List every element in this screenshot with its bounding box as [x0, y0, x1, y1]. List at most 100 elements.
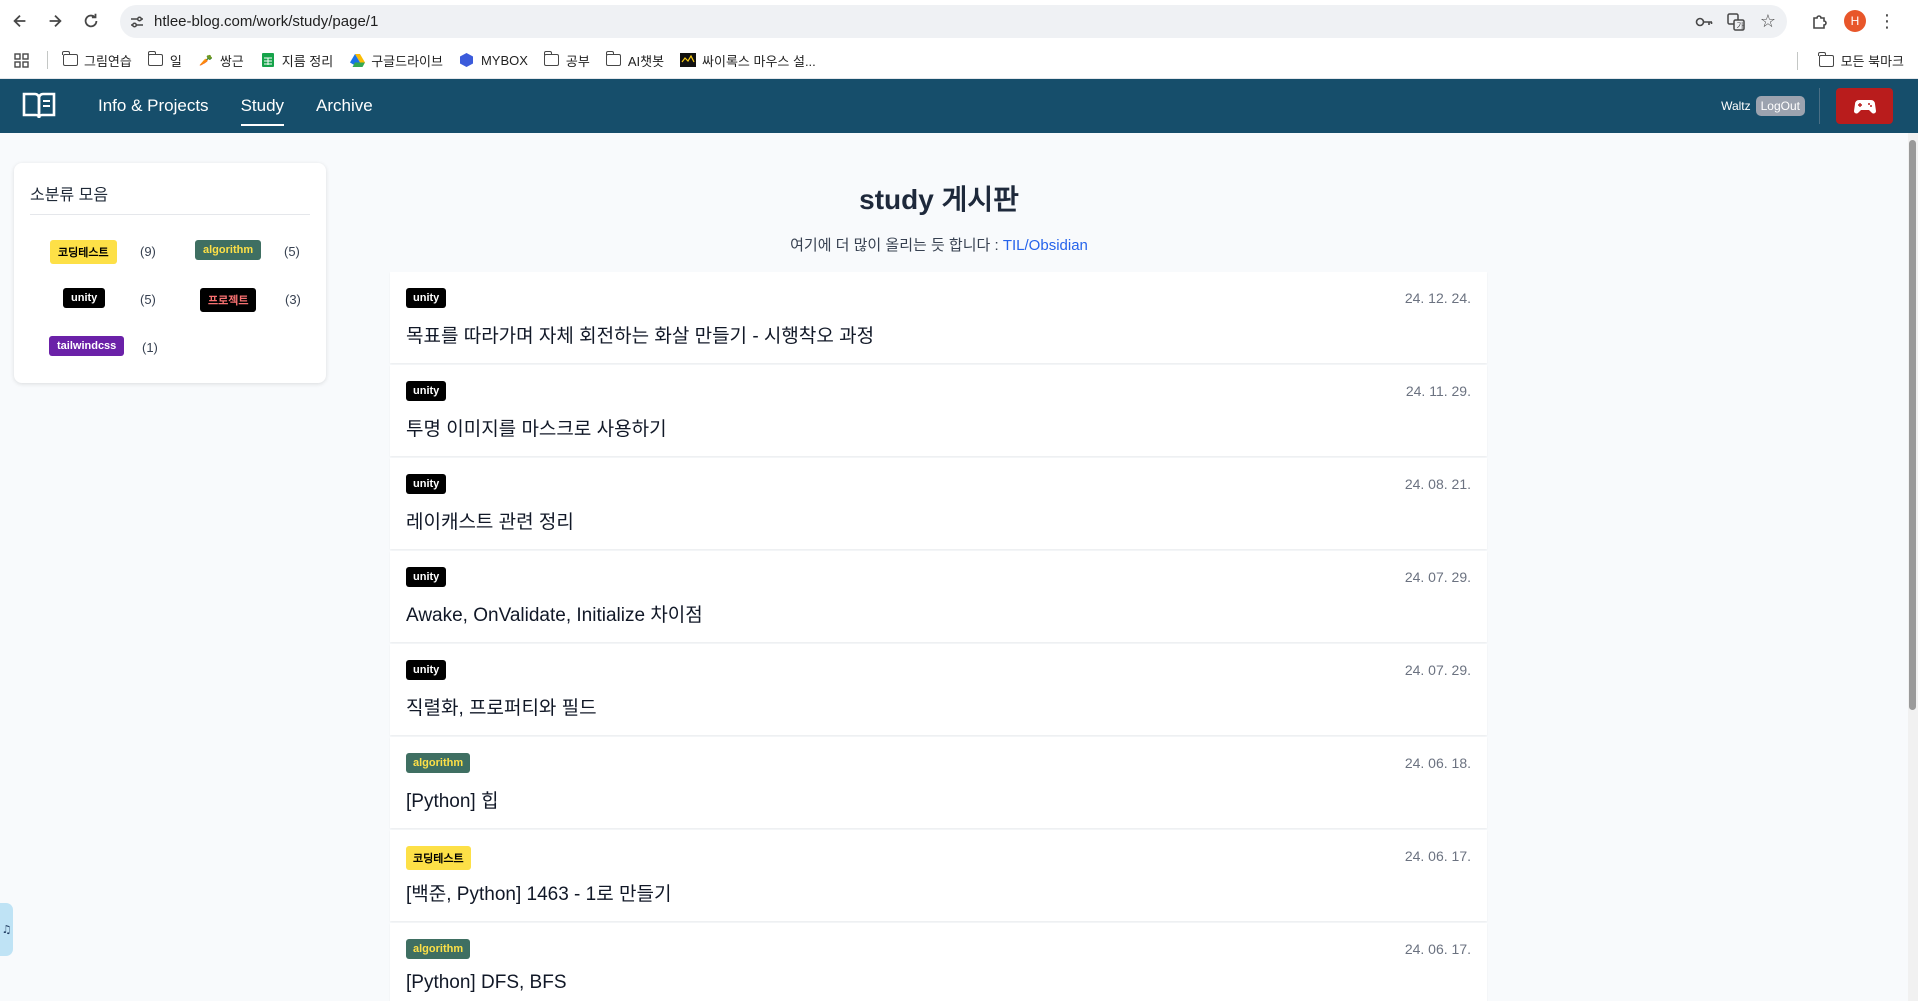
address-bar[interactable]: htlee-blog.com/work/study/page/1 가 ☆ — [120, 5, 1787, 38]
page-subtitle: 여기에 더 많이 올리는 듯 합니다 : TIL/Obsidian — [320, 234, 1558, 255]
category-count: (5) — [140, 292, 156, 307]
bookmarks-bar: 그림연습 일 🥕 쌍근 지름 정리 구글드라이브 MYBOX 공부 AI챗봇 싸이… — [0, 42, 1918, 79]
svg-text:가: 가 — [1737, 21, 1745, 30]
site-settings-icon[interactable] — [120, 14, 154, 30]
post-title[interactable]: [Python] DFS, BFS — [406, 972, 567, 994]
folder-icon — [1818, 51, 1835, 68]
post-item[interactable]: unity 24. 11. 29. 투명 이미지를 마스크로 사용하기 — [390, 365, 1487, 456]
post-tag[interactable]: algorithm — [406, 939, 471, 959]
post-item[interactable]: unity 24. 07. 29. Awake, OnValidate, Ini… — [390, 551, 1487, 642]
music-note-icon: ♫ — [1, 923, 12, 936]
post-title[interactable]: 투명 이미지를 마스크로 사용하기 — [406, 414, 667, 441]
bookmark-item[interactable]: 일 — [147, 51, 182, 70]
browser-toolbar: htlee-blog.com/work/study/page/1 가 ☆ H ⋮ — [0, 0, 1918, 42]
category-coding-test[interactable]: 코딩테스트 — [50, 240, 117, 264]
open-book-logo-icon[interactable] — [22, 91, 56, 121]
category-sidebar: 소분류 모음 코딩테스트 (9) algorithm (5) unity (5)… — [14, 163, 326, 383]
bookmark-label: MYBOX — [480, 52, 528, 68]
post-title[interactable]: 직렬화, 프로퍼티와 필드 — [406, 693, 597, 720]
til-obsidian-link[interactable]: TIL/Obsidian — [1003, 237, 1088, 254]
bookmark-item[interactable]: 공부 — [543, 51, 590, 70]
game-button[interactable] — [1836, 88, 1893, 124]
post-title[interactable]: [Python] 힙 — [406, 786, 498, 813]
folder-icon — [147, 51, 164, 67]
sheets-icon — [260, 53, 276, 67]
all-bookmarks[interactable]: 모든 북마크 — [1818, 42, 1904, 79]
post-item[interactable]: unity 24. 08. 21. 레이캐스트 관련 정리 — [390, 458, 1487, 549]
post-tag[interactable]: unity — [406, 660, 447, 680]
bookmark-label: 구글드라이브 — [371, 53, 443, 69]
bookmark-item[interactable]: 🥕 쌍근 — [198, 51, 244, 70]
subtitle-text: 여기에 더 많이 올리는 듯 합니다 : — [790, 237, 999, 254]
post-title[interactable]: [백준, Python] 1463 - 1로 만들기 — [406, 879, 671, 906]
menu-dots-icon[interactable]: ⋮ — [1878, 11, 1896, 32]
bookmark-label: 일 — [169, 53, 182, 69]
category-tailwindcss[interactable]: tailwindcss — [49, 336, 125, 356]
nav-archive[interactable]: Archive — [316, 90, 373, 122]
post-item[interactable]: 코딩테스트 24. 06. 17. [백준, Python] 1463 - 1로… — [390, 830, 1487, 921]
site-header: Info & Projects Study Archive Waltz LogO… — [0, 79, 1918, 133]
category-tag[interactable]: unity — [63, 288, 106, 308]
key-icon[interactable] — [1693, 16, 1715, 28]
post-title[interactable]: 레이캐스트 관련 정리 — [406, 507, 574, 534]
post-item[interactable]: algorithm 24. 06. 18. [Python] 힙 — [390, 737, 1487, 828]
header-divider — [1819, 88, 1820, 124]
bookmark-label: 그림연습 — [84, 53, 132, 69]
category-tag[interactable]: 프로젝트 — [200, 288, 257, 312]
carrot-icon: 🥕 — [198, 54, 213, 67]
page-title: study 게시판 — [859, 184, 1019, 215]
folder-icon — [605, 51, 622, 67]
post-date: 24. 08. 21. — [1404, 476, 1471, 492]
post-item[interactable]: unity 24. 12. 24. 목표를 따라가며 자체 회전하는 화살 만들… — [390, 272, 1487, 363]
post-date: 24. 06. 17. — [1404, 848, 1471, 864]
post-tag[interactable]: unity — [406, 288, 447, 308]
folder-icon — [543, 51, 560, 67]
main-nav: Info & Projects Study Archive — [98, 79, 373, 133]
post-item[interactable]: unity 24. 07. 29. 직렬화, 프로퍼티와 필드 — [390, 644, 1487, 735]
bookmark-item[interactable]: 구글드라이브 — [349, 51, 443, 70]
category-tag[interactable]: algorithm — [195, 240, 262, 260]
star-icon[interactable]: ☆ — [1757, 11, 1779, 32]
apps-grid-icon[interactable] — [14, 52, 29, 68]
profile-avatar[interactable]: H — [1844, 10, 1866, 32]
post-title[interactable]: 목표를 따라가며 자체 회전하는 화살 만들기 - 시행착오 과정 — [406, 321, 874, 348]
post-item[interactable]: algorithm 24. 06. 17. [Python] DFS, BFS — [390, 923, 1487, 1001]
nav-study[interactable]: Study — [240, 90, 285, 126]
bookmark-item[interactable]: 지름 정리 — [260, 51, 333, 70]
back-arrow-icon[interactable] — [3, 4, 37, 38]
bookmark-label: 싸이록스 마우스 설... — [702, 53, 816, 69]
post-tag[interactable]: unity — [406, 567, 447, 587]
user-name: Waltz — [1721, 99, 1751, 113]
category-algorithm[interactable]: algorithm — [195, 240, 262, 260]
extensions-icon[interactable] — [1808, 12, 1832, 30]
bookmark-item[interactable]: 싸이록스 마우스 설... — [680, 51, 816, 70]
post-tag[interactable]: algorithm — [406, 753, 471, 773]
bookmark-label: AI챗봇 — [627, 53, 665, 69]
category-project[interactable]: 프로젝트 — [200, 288, 257, 312]
category-tag[interactable]: tailwindcss — [49, 336, 125, 356]
nav-info-projects[interactable]: Info & Projects — [98, 90, 209, 122]
category-count: (3) — [285, 292, 301, 307]
music-player-tab[interactable]: ♫ — [0, 903, 13, 956]
bookmark-item[interactable]: 그림연습 — [61, 51, 132, 70]
user-area: Waltz LogOut — [1721, 79, 1805, 133]
category-unity[interactable]: unity — [63, 288, 106, 308]
post-title[interactable]: Awake, OnValidate, Initialize 차이점 — [406, 600, 703, 627]
bookmark-item[interactable]: MYBOX — [459, 53, 528, 68]
post-date: 24. 12. 24. — [1404, 290, 1471, 306]
bookmark-item[interactable]: AI챗봇 — [605, 51, 665, 70]
translate-icon[interactable]: 가 — [1725, 12, 1747, 31]
logout-button[interactable]: LogOut — [1755, 96, 1805, 116]
post-tag[interactable]: unity — [406, 474, 447, 494]
post-date: 24. 11. 29. — [1405, 383, 1471, 399]
post-tag[interactable]: unity — [406, 381, 447, 401]
folder-icon — [61, 51, 78, 67]
url-text[interactable]: htlee-blog.com/work/study/page/1 — [154, 13, 378, 30]
all-bookmarks-label: 모든 북마크 — [1840, 54, 1904, 69]
forward-arrow-icon[interactable] — [38, 4, 72, 38]
gamepad-icon — [1853, 100, 1876, 114]
scrollbar-thumb[interactable] — [1909, 140, 1916, 710]
post-tag[interactable]: 코딩테스트 — [406, 846, 471, 870]
reload-icon[interactable] — [74, 4, 108, 38]
category-tag[interactable]: 코딩테스트 — [50, 240, 117, 264]
